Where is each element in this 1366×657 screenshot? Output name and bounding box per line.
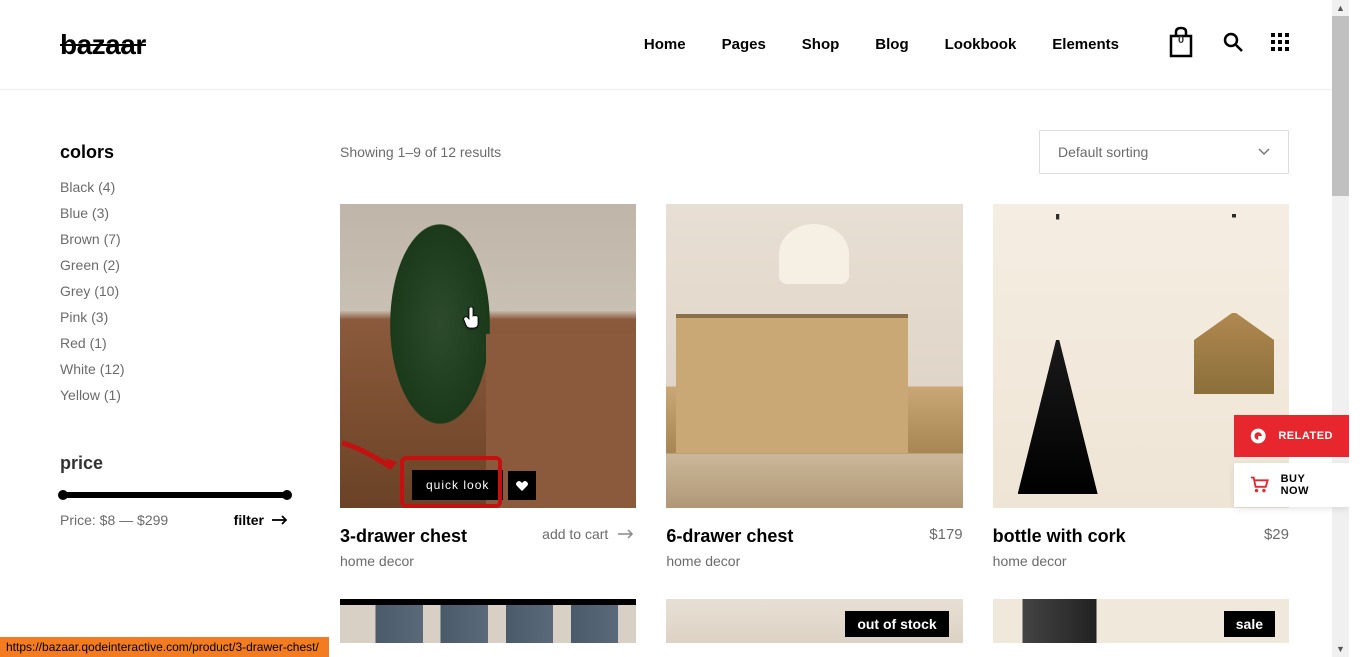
logo[interactable]: bazaar	[60, 29, 146, 61]
sale-badge: sale	[1224, 611, 1275, 637]
product-image-5[interactable]: out of stock	[666, 599, 962, 643]
product-4	[340, 599, 636, 643]
main-nav: Home Pages Shop Blog Lookbook Elements	[644, 36, 1119, 53]
filter-button[interactable]: filter	[234, 512, 290, 528]
product-6: sale	[993, 599, 1289, 643]
nav-elements[interactable]: Elements	[1052, 36, 1119, 53]
cart-count: 0	[1178, 34, 1184, 46]
search-icon[interactable]	[1223, 32, 1243, 57]
status-bar-url: https://bazaar.qodeinteractive.com/produ…	[0, 637, 329, 657]
out-of-stock-badge: out of stock	[845, 611, 948, 637]
product-image-6[interactable]: sale	[993, 599, 1289, 643]
color-black[interactable]: Black (4)	[60, 179, 290, 195]
add-to-cart-1[interactable]: add to cart	[542, 526, 636, 542]
arrow-right-icon	[272, 515, 290, 525]
scrollbar-down-arrow[interactable]: ▼	[1332, 641, 1349, 657]
product-price-3: $29	[1264, 526, 1289, 543]
product-image-4[interactable]	[340, 599, 636, 643]
quick-look-button[interactable]: quick look	[412, 470, 503, 500]
product-category-1[interactable]: home decor	[340, 553, 467, 569]
price-heading: price	[60, 453, 290, 474]
colors-heading: colors	[60, 142, 290, 163]
color-grey[interactable]: Grey (10)	[60, 283, 290, 299]
product-2: 6-drawer chest home decor $179	[666, 204, 962, 569]
results-count: Showing 1–9 of 12 results	[340, 144, 501, 160]
floating-tabs: RELATED BUY NOW	[1234, 415, 1349, 507]
color-white[interactable]: White (12)	[60, 361, 290, 377]
buy-now-tab[interactable]: BUY NOW	[1234, 463, 1349, 507]
color-yellow[interactable]: Yellow (1)	[60, 387, 290, 403]
chevron-down-icon	[1258, 148, 1270, 156]
price-slider[interactable]	[60, 492, 290, 498]
product-price-2: $179	[929, 526, 962, 543]
color-red[interactable]: Red (1)	[60, 335, 290, 351]
sidebar: colors Black (4) Blue (3) Brown (7) Gree…	[60, 130, 290, 643]
product-image-2[interactable]	[666, 204, 962, 508]
product-title-3[interactable]: bottle with cork	[993, 526, 1126, 547]
product-area: Showing 1–9 of 12 results Default sortin…	[340, 130, 1289, 643]
nav-shop[interactable]: Shop	[802, 36, 840, 53]
nav-pages[interactable]: Pages	[722, 36, 766, 53]
nav-lookbook[interactable]: Lookbook	[945, 36, 1017, 53]
nav-blog[interactable]: Blog	[875, 36, 908, 53]
sort-select[interactable]: Default sorting	[1039, 130, 1289, 174]
color-blue[interactable]: Blue (3)	[60, 205, 290, 221]
grid-menu-icon[interactable]	[1271, 33, 1289, 56]
header-icons: 0	[1167, 26, 1289, 63]
price-filter-section: price Price: $8 — $299 filter	[60, 453, 290, 528]
cart-red-icon	[1250, 476, 1269, 494]
cart-icon[interactable]: 0	[1167, 26, 1195, 63]
product-category-2[interactable]: home decor	[666, 553, 793, 569]
scrollbar-thumb[interactable]	[1332, 16, 1349, 196]
product-category-3[interactable]: home decor	[993, 553, 1126, 569]
product-5: out of stock	[666, 599, 962, 643]
heart-icon	[515, 480, 529, 492]
product-title-2[interactable]: 6-drawer chest	[666, 526, 793, 547]
price-range-label: Price: $8 — $299	[60, 512, 168, 528]
product-1: quick look	[340, 204, 636, 569]
product-image-1[interactable]: quick look	[340, 204, 636, 508]
scrollbar-up-arrow[interactable]: ▲	[1332, 0, 1349, 16]
color-green[interactable]: Green (2)	[60, 257, 290, 273]
arrow-right-icon	[618, 529, 636, 539]
wishlist-button[interactable]	[508, 471, 536, 500]
header: bazaar Home Pages Shop Blog Lookbook Ele…	[0, 0, 1349, 90]
product-grid: quick look	[340, 204, 1289, 643]
color-brown[interactable]: Brown (7)	[60, 231, 290, 247]
color-pink[interactable]: Pink (3)	[60, 309, 290, 325]
qode-icon	[1250, 425, 1266, 447]
product-title-1[interactable]: 3-drawer chest	[340, 526, 467, 547]
cursor-hand-icon	[462, 307, 480, 329]
annotation-arrow	[340, 438, 407, 478]
nav-home[interactable]: Home	[644, 36, 686, 53]
related-tab[interactable]: RELATED	[1234, 415, 1349, 457]
product-3: bottle with cork home decor $29	[993, 204, 1289, 569]
main-content: colors Black (4) Blue (3) Brown (7) Gree…	[0, 90, 1349, 643]
